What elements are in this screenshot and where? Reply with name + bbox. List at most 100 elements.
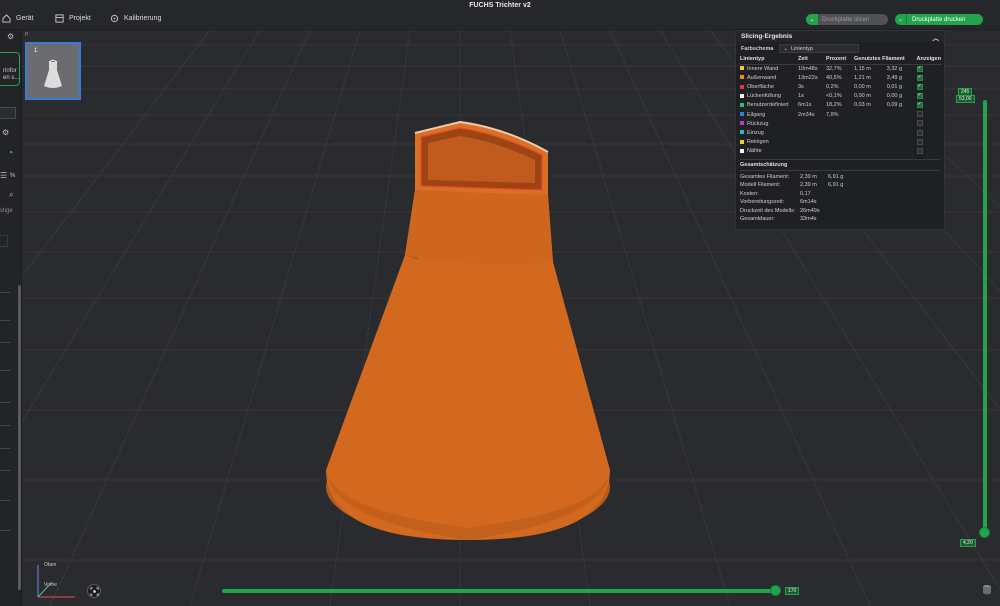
table-header-row: Linientyp Zeit Prozent Genutztes Filamen… (740, 55, 942, 65)
filament-weight-cell (887, 119, 917, 128)
time-cell (798, 147, 826, 156)
settings-icon[interactable]: ⚙ (2, 128, 9, 137)
percent-cell: 18,2% (826, 102, 842, 109)
menu-calibration[interactable]: Kalibrierung (110, 14, 161, 23)
filament-length-cell (854, 128, 887, 137)
filament-weight-cell (887, 110, 917, 119)
line-type-name: Außenwand (747, 74, 777, 81)
color-swatch (740, 102, 744, 107)
slicing-result-title: Slicing-Ergebnis (741, 33, 793, 40)
time-cell: 2m34s (798, 111, 815, 118)
layers-icon[interactable] (982, 584, 992, 596)
visibility-toggle[interactable] (916, 73, 943, 82)
summary-key: Modell Filament: (740, 182, 781, 189)
filament-length-cell: 1,15 m (854, 65, 871, 72)
visibility-toggle[interactable] (916, 92, 943, 101)
filament-length-cell (854, 110, 887, 119)
percent-cell: 32,7% (826, 65, 842, 72)
divider (0, 530, 10, 531)
line-type-name: Lückenfüllung (747, 93, 781, 100)
checkbox[interactable] (916, 111, 923, 118)
sidebar-input[interactable] (0, 107, 16, 119)
line-type-name: Oberfläche (747, 83, 774, 90)
axis-front-label: Vorne (44, 582, 58, 588)
focus-icon (89, 586, 99, 596)
move-slider-track[interactable] (222, 589, 778, 593)
filament-weight-cell: 3,49 g (886, 74, 903, 81)
layer-slider-range[interactable] (983, 100, 987, 532)
collapse-icon[interactable]: ︿ (933, 32, 940, 42)
color-scheme-select[interactable]: ⌄ Linientyp (779, 44, 860, 53)
sidebar-field[interactable] (0, 235, 8, 247)
checkbox[interactable] (916, 92, 923, 99)
line-type-cell: Außenwand (740, 73, 798, 82)
visibility-toggle[interactable] (916, 138, 943, 147)
fit-view-button[interactable] (87, 584, 101, 598)
color-scheme-label: Farbschema (741, 45, 774, 52)
visibility-toggle[interactable] (916, 128, 943, 137)
line-type-cell: Einzug (740, 128, 798, 137)
line-type-name: Nähte (747, 148, 762, 155)
visibility-toggle[interactable] (916, 82, 943, 91)
checkbox[interactable] (916, 129, 923, 136)
percent-cell (826, 119, 854, 128)
visibility-toggle[interactable] (916, 119, 943, 128)
percent-cell: 40,5% (826, 74, 842, 81)
percent-cell: <0,1% (826, 93, 842, 100)
slicing-result-header[interactable]: Slicing-Ergebnis ︿ (736, 31, 944, 42)
summary-value: 33m4s (800, 216, 817, 223)
line-type-cell: Benutzerdefiniert (740, 101, 798, 110)
checkbox[interactable] (916, 65, 923, 72)
time-cell: 3s (798, 83, 804, 90)
menu-project[interactable]: Projekt (55, 14, 91, 23)
summary-value: 2,39 m (800, 182, 817, 189)
filament-length-cell: 1,21 m (854, 74, 871, 81)
layer-top-height[interactable]: 53,00 (956, 95, 975, 103)
visibility-toggle[interactable] (916, 101, 943, 110)
summary-key: Druckzeit des Modells: (740, 207, 796, 214)
color-swatch (740, 112, 744, 117)
clock-icon[interactable]: ◔ (8, 148, 13, 157)
summary-row: Gesamtdauer: 33m4s (740, 215, 940, 223)
visibility-toggle[interactable] (916, 64, 943, 73)
checkbox[interactable] (916, 101, 923, 109)
chevron-down-icon[interactable]: ⌄ (895, 14, 907, 25)
divider (0, 448, 10, 449)
print-plate-button[interactable]: ⌄ Druckplatte drucken (895, 14, 983, 25)
time-cell (798, 138, 826, 147)
visibility-toggle[interactable] (916, 110, 943, 119)
sidebar-scrollbar[interactable] (18, 285, 21, 590)
checkbox[interactable] (916, 120, 923, 127)
plate-number: 1 (34, 48, 38, 54)
slice-plate-button[interactable]: ⌄ Druckplatte slicen (806, 14, 888, 25)
divider (0, 320, 10, 321)
menu-device[interactable]: Gerät (2, 14, 34, 23)
checkbox[interactable] (916, 74, 923, 81)
line-type-row: Rückzug (740, 119, 942, 128)
color-swatch (740, 93, 744, 98)
filament-weight-cell: 0,00 g (886, 93, 903, 100)
time-cell: 13m22s (798, 74, 818, 81)
summary-row: Modell Filament: 2,39 m 6,91 g (740, 181, 940, 189)
line-type-table: Linientyp Zeit Prozent Genutztes Filamen… (740, 55, 942, 156)
search-icon[interactable]: ⌕ (9, 190, 13, 200)
chevron-down-icon[interactable]: ⌄ (806, 14, 818, 25)
checkbox[interactable] (916, 138, 923, 145)
checkbox[interactable] (916, 148, 923, 155)
gear-icon[interactable]: ⚙ (7, 32, 14, 41)
color-scheme-value: Linientyp (791, 45, 814, 52)
summary-list: Gesamtes Filament: 2,39 m 6,91 g Modell Fil… (740, 169, 940, 223)
time-cell (798, 119, 826, 128)
checkbox[interactable] (916, 83, 923, 90)
color-swatch (740, 84, 744, 89)
move-slider-handle[interactable] (770, 585, 781, 596)
list-icon[interactable]: ☰ (0, 171, 7, 180)
divider (0, 402, 10, 403)
layer-slider-handle[interactable] (979, 527, 990, 538)
filament-length-cell (854, 138, 887, 147)
line-type-name: Einzug (747, 129, 764, 136)
visibility-toggle[interactable] (916, 147, 943, 156)
color-swatch (740, 139, 744, 144)
time-cell: 6m1s (798, 102, 812, 109)
layer-bottom-height: 4,20 (960, 539, 976, 547)
